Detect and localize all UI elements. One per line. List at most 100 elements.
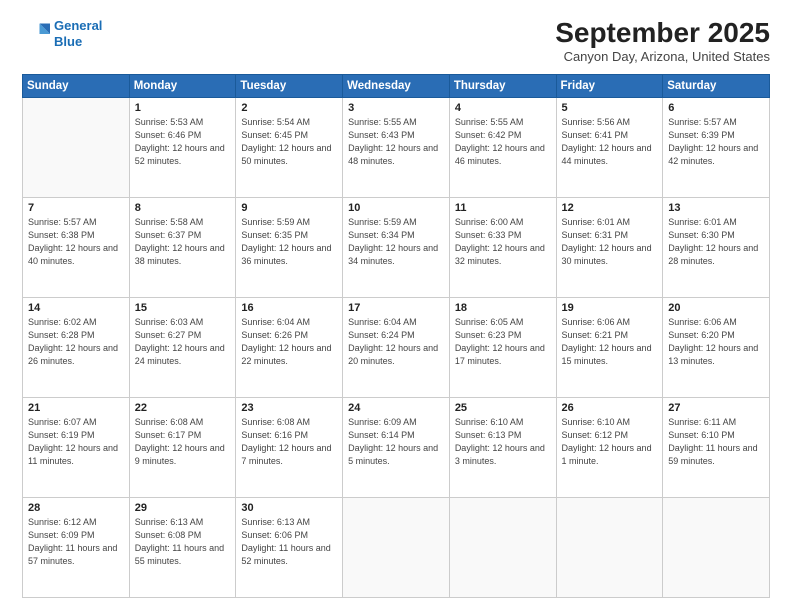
day-number: 9	[241, 202, 337, 214]
header-tuesday: Tuesday	[236, 74, 343, 97]
calendar-cell: 12 Sunrise: 6:01 AMSunset: 6:31 PMDaylig…	[556, 197, 663, 297]
calendar-week-2: 14 Sunrise: 6:02 AMSunset: 6:28 PMDaylig…	[23, 297, 770, 397]
day-info: Sunrise: 5:55 AMSunset: 6:42 PMDaylight:…	[455, 117, 545, 166]
day-info: Sunrise: 6:04 AMSunset: 6:26 PMDaylight:…	[241, 317, 331, 366]
day-info: Sunrise: 6:13 AMSunset: 6:06 PMDaylight:…	[241, 517, 330, 566]
calendar-cell: 16 Sunrise: 6:04 AMSunset: 6:26 PMDaylig…	[236, 297, 343, 397]
calendar-cell: 14 Sunrise: 6:02 AMSunset: 6:28 PMDaylig…	[23, 297, 130, 397]
calendar-cell: 22 Sunrise: 6:08 AMSunset: 6:17 PMDaylig…	[129, 397, 236, 497]
day-number: 16	[241, 302, 337, 314]
header: General Blue September 2025 Canyon Day, …	[22, 18, 770, 64]
day-number: 3	[348, 102, 444, 114]
calendar-cell: 8 Sunrise: 5:58 AMSunset: 6:37 PMDayligh…	[129, 197, 236, 297]
day-info: Sunrise: 5:59 AMSunset: 6:34 PMDaylight:…	[348, 217, 438, 266]
day-info: Sunrise: 6:08 AMSunset: 6:17 PMDaylight:…	[135, 417, 225, 466]
logo: General Blue	[22, 18, 102, 49]
calendar-cell: 28 Sunrise: 6:12 AMSunset: 6:09 PMDaylig…	[23, 497, 130, 597]
page: General Blue September 2025 Canyon Day, …	[0, 0, 792, 612]
day-number: 7	[28, 202, 124, 214]
calendar-week-3: 21 Sunrise: 6:07 AMSunset: 6:19 PMDaylig…	[23, 397, 770, 497]
day-number: 15	[135, 302, 231, 314]
day-info: Sunrise: 6:08 AMSunset: 6:16 PMDaylight:…	[241, 417, 331, 466]
calendar-cell	[23, 97, 130, 197]
day-number: 2	[241, 102, 337, 114]
logo-text: General Blue	[54, 18, 102, 49]
day-number: 6	[668, 102, 764, 114]
day-number: 26	[562, 402, 658, 414]
day-number: 12	[562, 202, 658, 214]
day-number: 14	[28, 302, 124, 314]
calendar-cell: 19 Sunrise: 6:06 AMSunset: 6:21 PMDaylig…	[556, 297, 663, 397]
day-number: 18	[455, 302, 551, 314]
calendar-week-4: 28 Sunrise: 6:12 AMSunset: 6:09 PMDaylig…	[23, 497, 770, 597]
calendar-cell: 27 Sunrise: 6:11 AMSunset: 6:10 PMDaylig…	[663, 397, 770, 497]
calendar-cell: 24 Sunrise: 6:09 AMSunset: 6:14 PMDaylig…	[343, 397, 450, 497]
day-info: Sunrise: 6:03 AMSunset: 6:27 PMDaylight:…	[135, 317, 225, 366]
calendar-cell: 20 Sunrise: 6:06 AMSunset: 6:20 PMDaylig…	[663, 297, 770, 397]
day-number: 28	[28, 502, 124, 514]
header-friday: Friday	[556, 74, 663, 97]
day-info: Sunrise: 6:00 AMSunset: 6:33 PMDaylight:…	[455, 217, 545, 266]
calendar-cell: 13 Sunrise: 6:01 AMSunset: 6:30 PMDaylig…	[663, 197, 770, 297]
day-info: Sunrise: 6:06 AMSunset: 6:21 PMDaylight:…	[562, 317, 652, 366]
calendar-cell: 7 Sunrise: 5:57 AMSunset: 6:38 PMDayligh…	[23, 197, 130, 297]
calendar-cell: 1 Sunrise: 5:53 AMSunset: 6:46 PMDayligh…	[129, 97, 236, 197]
day-number: 27	[668, 402, 764, 414]
day-info: Sunrise: 6:13 AMSunset: 6:08 PMDaylight:…	[135, 517, 224, 566]
day-info: Sunrise: 6:12 AMSunset: 6:09 PMDaylight:…	[28, 517, 117, 566]
day-info: Sunrise: 5:55 AMSunset: 6:43 PMDaylight:…	[348, 117, 438, 166]
header-saturday: Saturday	[663, 74, 770, 97]
day-info: Sunrise: 5:58 AMSunset: 6:37 PMDaylight:…	[135, 217, 225, 266]
day-number: 5	[562, 102, 658, 114]
calendar-cell: 17 Sunrise: 6:04 AMSunset: 6:24 PMDaylig…	[343, 297, 450, 397]
day-number: 17	[348, 302, 444, 314]
day-info: Sunrise: 6:06 AMSunset: 6:20 PMDaylight:…	[668, 317, 758, 366]
calendar-cell: 4 Sunrise: 5:55 AMSunset: 6:42 PMDayligh…	[449, 97, 556, 197]
day-info: Sunrise: 6:04 AMSunset: 6:24 PMDaylight:…	[348, 317, 438, 366]
logo-line2: Blue	[54, 34, 82, 49]
calendar-table: Sunday Monday Tuesday Wednesday Thursday…	[22, 74, 770, 598]
calendar-cell: 10 Sunrise: 5:59 AMSunset: 6:34 PMDaylig…	[343, 197, 450, 297]
day-number: 30	[241, 502, 337, 514]
calendar-week-1: 7 Sunrise: 5:57 AMSunset: 6:38 PMDayligh…	[23, 197, 770, 297]
logo-icon	[22, 20, 50, 48]
page-title: September 2025	[555, 18, 770, 49]
day-number: 8	[135, 202, 231, 214]
day-info: Sunrise: 6:11 AMSunset: 6:10 PMDaylight:…	[668, 417, 757, 466]
day-number: 23	[241, 402, 337, 414]
day-info: Sunrise: 6:10 AMSunset: 6:12 PMDaylight:…	[562, 417, 652, 466]
day-info: Sunrise: 6:02 AMSunset: 6:28 PMDaylight:…	[28, 317, 118, 366]
calendar-cell: 21 Sunrise: 6:07 AMSunset: 6:19 PMDaylig…	[23, 397, 130, 497]
day-number: 11	[455, 202, 551, 214]
day-number: 25	[455, 402, 551, 414]
calendar-cell: 6 Sunrise: 5:57 AMSunset: 6:39 PMDayligh…	[663, 97, 770, 197]
calendar-cell	[663, 497, 770, 597]
calendar-cell: 11 Sunrise: 6:00 AMSunset: 6:33 PMDaylig…	[449, 197, 556, 297]
day-number: 19	[562, 302, 658, 314]
calendar-cell: 29 Sunrise: 6:13 AMSunset: 6:08 PMDaylig…	[129, 497, 236, 597]
day-info: Sunrise: 6:05 AMSunset: 6:23 PMDaylight:…	[455, 317, 545, 366]
day-number: 4	[455, 102, 551, 114]
day-number: 24	[348, 402, 444, 414]
calendar-cell	[343, 497, 450, 597]
day-info: Sunrise: 5:54 AMSunset: 6:45 PMDaylight:…	[241, 117, 331, 166]
calendar-cell: 26 Sunrise: 6:10 AMSunset: 6:12 PMDaylig…	[556, 397, 663, 497]
calendar-cell: 18 Sunrise: 6:05 AMSunset: 6:23 PMDaylig…	[449, 297, 556, 397]
day-info: Sunrise: 6:10 AMSunset: 6:13 PMDaylight:…	[455, 417, 545, 466]
day-number: 1	[135, 102, 231, 114]
day-info: Sunrise: 5:56 AMSunset: 6:41 PMDaylight:…	[562, 117, 652, 166]
header-monday: Monday	[129, 74, 236, 97]
day-number: 13	[668, 202, 764, 214]
header-sunday: Sunday	[23, 74, 130, 97]
title-block: September 2025 Canyon Day, Arizona, Unit…	[555, 18, 770, 64]
day-info: Sunrise: 5:59 AMSunset: 6:35 PMDaylight:…	[241, 217, 331, 266]
calendar-cell: 2 Sunrise: 5:54 AMSunset: 6:45 PMDayligh…	[236, 97, 343, 197]
calendar-cell: 25 Sunrise: 6:10 AMSunset: 6:13 PMDaylig…	[449, 397, 556, 497]
day-number: 21	[28, 402, 124, 414]
day-number: 10	[348, 202, 444, 214]
logo-line1: General	[54, 18, 102, 33]
day-info: Sunrise: 5:57 AMSunset: 6:38 PMDaylight:…	[28, 217, 118, 266]
day-number: 29	[135, 502, 231, 514]
calendar-cell: 5 Sunrise: 5:56 AMSunset: 6:41 PMDayligh…	[556, 97, 663, 197]
day-info: Sunrise: 6:09 AMSunset: 6:14 PMDaylight:…	[348, 417, 438, 466]
